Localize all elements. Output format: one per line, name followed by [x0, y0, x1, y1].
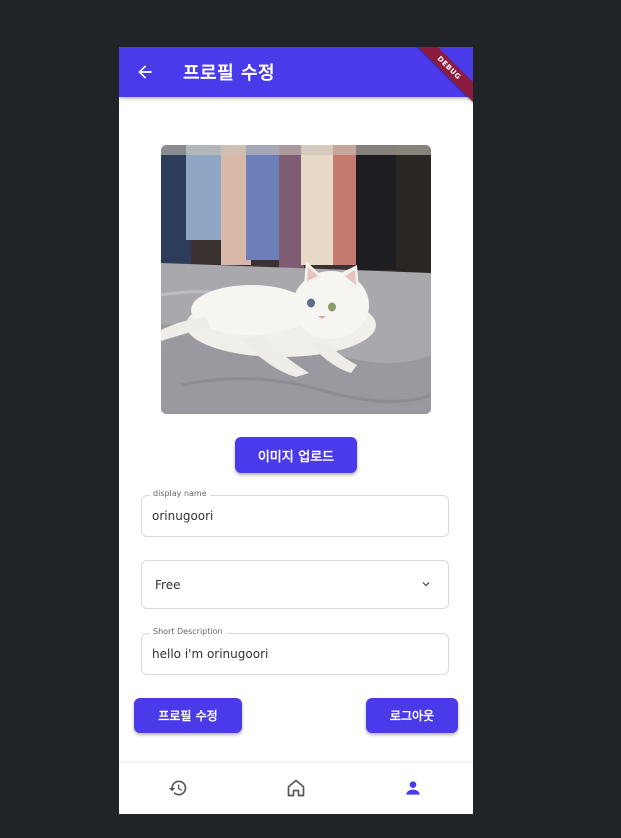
app-bar: 프로필 수정 DEBUG [119, 47, 473, 109]
plan-select[interactable]: Free [141, 560, 449, 609]
upload-image-button[interactable]: 이미지 업로드 [235, 437, 357, 473]
chevron-down-icon [422, 582, 430, 587]
display-name-label: display name [150, 489, 210, 498]
logout-button[interactable]: 로그아웃 [366, 698, 458, 733]
profile-image[interactable] [161, 145, 431, 414]
page-title: 프로필 수정 [183, 63, 276, 84]
nav-item-home[interactable] [282, 776, 310, 800]
display-name-field[interactable]: display name [141, 489, 449, 537]
home-icon [287, 779, 305, 797]
debug-banner: DEBUG [408, 47, 473, 109]
edit-profile-button[interactable]: 프로필 수정 [134, 698, 242, 733]
history-icon [168, 780, 187, 796]
person-icon [406, 781, 420, 795]
nav-item-profile[interactable] [399, 776, 427, 800]
short-description-label: Short Description [150, 627, 226, 636]
back-button[interactable] [133, 60, 157, 84]
short-description-field[interactable]: Short Description [141, 627, 449, 675]
display-name-input[interactable] [152, 509, 432, 523]
arrow-left-icon [138, 65, 152, 79]
nav-item-history[interactable] [164, 776, 192, 800]
plan-select-value: Free [155, 578, 181, 592]
phone-screen: 프로필 수정 DEBUG 이미지 업로드 display name orinug… [119, 47, 473, 814]
bottom-nav [119, 762, 473, 814]
short-description-input[interactable] [152, 647, 432, 661]
